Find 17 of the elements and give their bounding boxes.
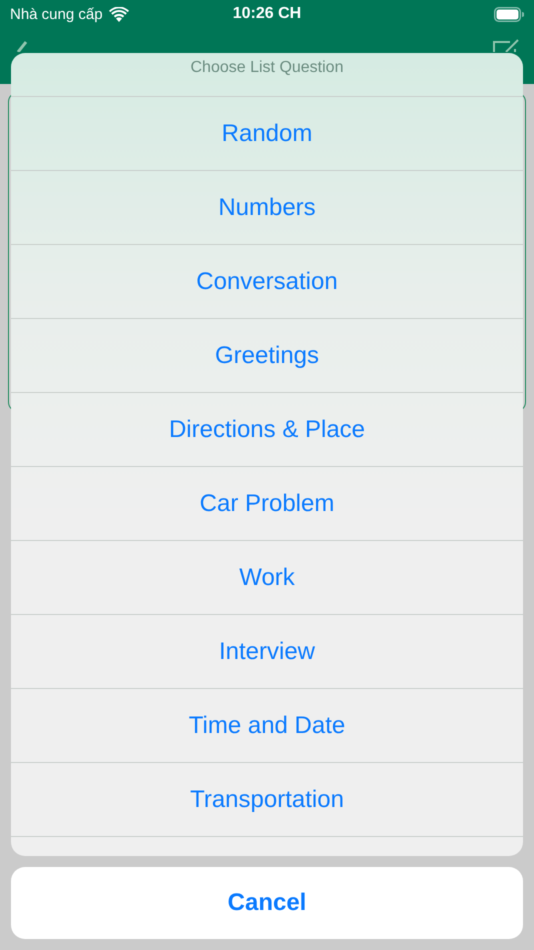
battery-icon — [494, 6, 524, 22]
option-button[interactable]: Greetings — [11, 318, 523, 392]
option-button[interactable]: Transportation — [11, 762, 523, 836]
option-button[interactable]: Numbers — [11, 170, 523, 244]
option-button[interactable]: Conversation — [11, 244, 523, 318]
option-button[interactable]: Random — [11, 96, 523, 170]
clock-time: 10:26 CH — [232, 5, 302, 23]
option-button[interactable]: Time and Date — [11, 688, 523, 762]
option-button[interactable]: Directions & Place — [11, 392, 523, 466]
wifi-icon — [108, 6, 129, 22]
cancel-button[interactable]: Cancel — [11, 867, 523, 939]
option-button[interactable]: Car Problem — [11, 466, 523, 540]
compose-icon[interactable] — [492, 39, 520, 52]
carrier-name: Nhà cung cấp — [10, 6, 103, 22]
option-button[interactable]: Work — [11, 540, 523, 614]
sheet-title: Choose List Question — [190, 58, 344, 78]
option-button[interactable]: Interview — [11, 614, 523, 688]
